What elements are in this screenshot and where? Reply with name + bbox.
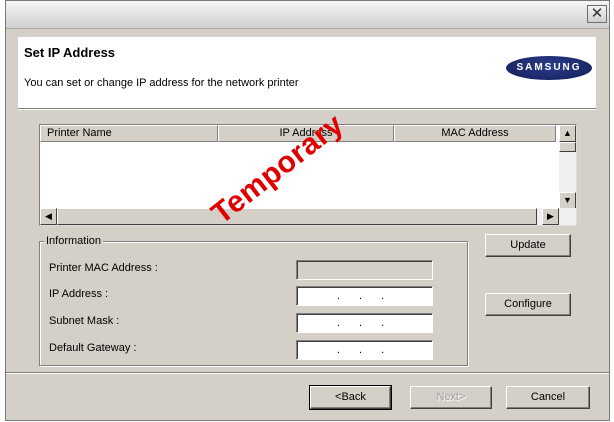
default-gateway-field[interactable] — [296, 340, 433, 360]
scroll-down-icon[interactable]: ▼ — [559, 192, 576, 209]
cancel-button[interactable]: Cancel — [506, 386, 590, 409]
ip-address-field[interactable] — [296, 286, 433, 306]
next-button: Next> — [410, 386, 492, 409]
title-bar: ✕ — [6, 1, 609, 29]
update-button[interactable]: Update — [485, 234, 571, 257]
vertical-scrollbar[interactable]: ▲ ▼ — [559, 125, 576, 209]
default-gateway-label: Default Gateway : — [49, 342, 137, 354]
list-header: Printer Name IP Address MAC Address — [40, 125, 556, 142]
scroll-right-icon[interactable]: ▶ — [542, 208, 559, 225]
subnet-mask-label: Subnet Mask : — [49, 315, 120, 327]
scroll-up-icon[interactable]: ▲ — [559, 125, 576, 142]
page-subtitle: You can set or change IP address for the… — [24, 77, 299, 89]
information-group: Information Printer MAC Address : IP Add… — [39, 235, 468, 366]
subnet-mask-field[interactable] — [296, 313, 433, 333]
horizontal-scroll-thumb[interactable] — [57, 208, 537, 225]
ip-address-label: IP Address : — [49, 288, 109, 300]
horizontal-scrollbar[interactable]: ◀ ▶ — [40, 208, 576, 225]
samsung-logo: SAMSUNG — [506, 56, 592, 80]
header-panel: Set IP Address You can set or change IP … — [18, 37, 596, 108]
information-legend: Information — [44, 235, 104, 247]
printer-list[interactable]: Printer Name IP Address MAC Address ▲ ▼ … — [39, 124, 577, 226]
scroll-left-icon[interactable]: ◀ — [40, 208, 57, 225]
vertical-scroll-thumb[interactable] — [559, 142, 576, 152]
configure-button[interactable]: Configure — [485, 293, 571, 316]
dialog-window: ✕ Set IP Address You can set or change I… — [5, 0, 610, 421]
footer-divider — [6, 372, 609, 374]
close-icon[interactable]: ✕ — [587, 5, 607, 23]
back-button[interactable]: <Back — [309, 385, 392, 410]
printer-mac-field — [296, 260, 433, 280]
header-divider — [18, 108, 596, 110]
printer-mac-label: Printer MAC Address : — [49, 262, 158, 274]
page-title: Set IP Address — [24, 45, 116, 60]
column-printer-name[interactable]: Printer Name — [40, 125, 218, 142]
column-mac-address[interactable]: MAC Address — [394, 125, 556, 142]
column-ip-address[interactable]: IP Address — [218, 125, 394, 142]
